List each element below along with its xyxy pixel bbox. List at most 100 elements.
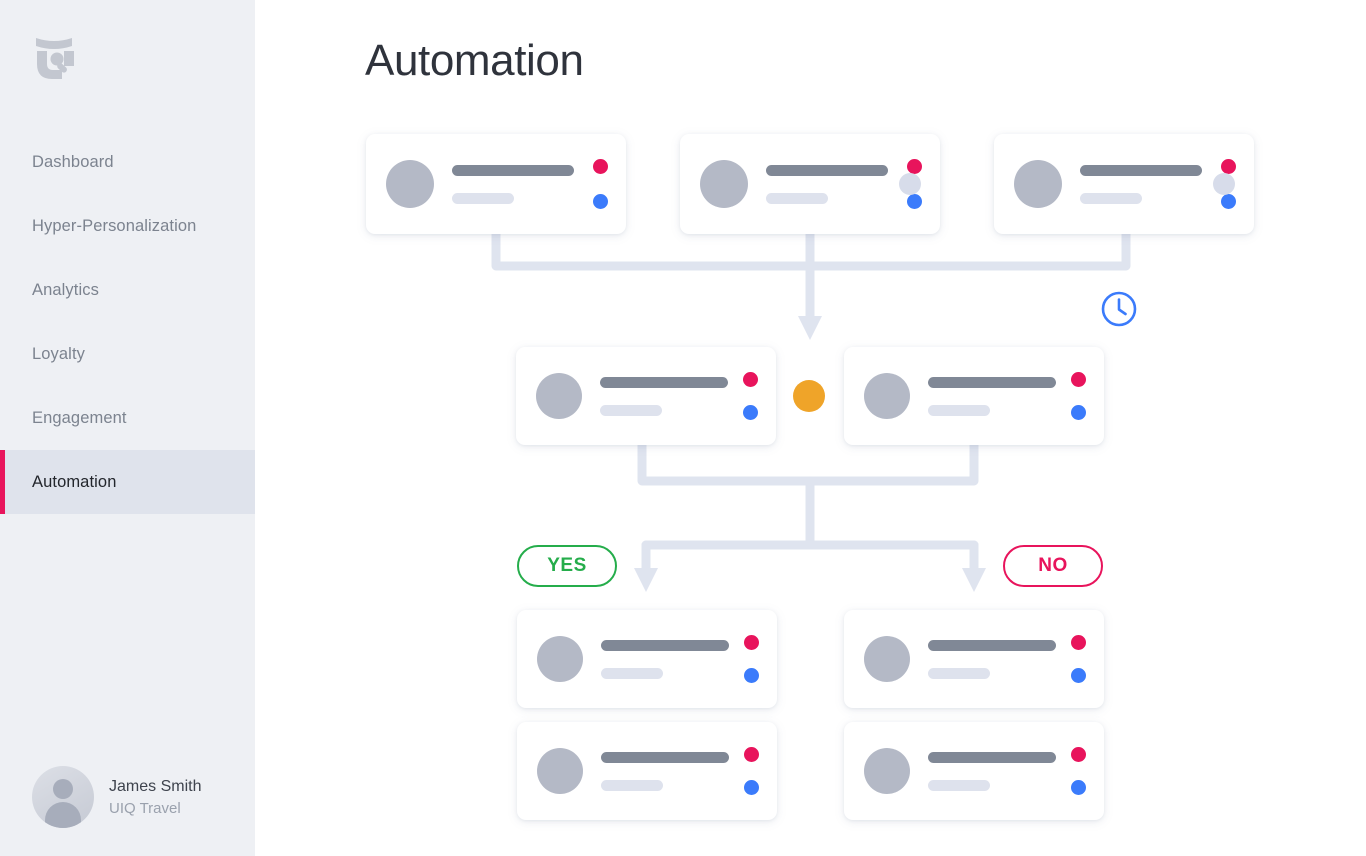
card-subtitle-placeholder <box>766 192 828 204</box>
flow-link-dot[interactable] <box>899 173 921 195</box>
user-avatar-icon <box>32 766 94 828</box>
card-avatar-icon <box>700 160 748 208</box>
card-content-lines <box>928 751 1061 791</box>
card-avatar-icon <box>537 636 583 682</box>
app-root: Dashboard Hyper-Personalization Analytic… <box>0 0 1366 856</box>
branch-badge-label: NO <box>1038 555 1068 576</box>
flow-card[interactable] <box>517 610 777 708</box>
status-dot-blue[interactable] <box>744 668 759 683</box>
sidebar-item-label: Automation <box>32 472 117 491</box>
sidebar-item-label: Hyper-Personalization <box>32 216 197 235</box>
status-dot-pink[interactable] <box>1221 159 1236 174</box>
card-subtitle-placeholder <box>452 192 514 204</box>
user-text: James Smith UIQ Travel <box>109 775 201 820</box>
card-avatar-icon <box>386 160 434 208</box>
status-dot-blue[interactable] <box>907 194 922 209</box>
flow-card[interactable] <box>844 722 1104 820</box>
sidebar-item-analytics[interactable]: Analytics <box>0 258 255 322</box>
card-avatar-icon <box>864 373 910 419</box>
card-title-placeholder <box>601 751 729 763</box>
status-dot-blue[interactable] <box>1071 668 1086 683</box>
flow-connectors <box>491 229 1131 592</box>
avatar-body <box>45 802 81 828</box>
sidebar-item-label: Dashboard <box>32 152 114 171</box>
card-title-placeholder <box>928 751 1056 763</box>
status-dot-pink[interactable] <box>1071 635 1086 650</box>
card-content-lines <box>1080 164 1211 204</box>
status-dot-pink[interactable] <box>1071 372 1086 387</box>
sidebar-item-automation[interactable]: Automation <box>0 450 255 514</box>
card-status-dots <box>1071 747 1086 795</box>
sidebar-item-dashboard[interactable]: Dashboard <box>0 130 255 194</box>
arrow-down-yes <box>634 568 658 592</box>
card-avatar-icon <box>1014 160 1062 208</box>
card-content-lines <box>928 639 1061 679</box>
card-content-lines <box>600 376 733 416</box>
flow-card[interactable] <box>366 134 626 234</box>
card-status-dots <box>593 159 608 209</box>
status-dot-blue[interactable] <box>1221 194 1236 209</box>
branch-badge-no[interactable]: NO <box>1003 545 1103 587</box>
card-avatar-icon <box>864 748 910 794</box>
flow-card[interactable] <box>517 722 777 820</box>
card-avatar-icon <box>537 748 583 794</box>
flow-card[interactable] <box>516 347 776 445</box>
card-title-placeholder <box>600 376 728 388</box>
card-title-placeholder <box>928 376 1056 388</box>
status-dot-blue[interactable] <box>1071 405 1086 420</box>
sidebar-item-loyalty[interactable]: Loyalty <box>0 322 255 386</box>
card-status-dots <box>1071 372 1086 420</box>
card-subtitle-placeholder <box>1080 192 1142 204</box>
sidebar-nav: Dashboard Hyper-Personalization Analytic… <box>0 130 255 514</box>
automation-flow-canvas: YES NO <box>255 0 1366 856</box>
card-title-placeholder <box>601 639 729 651</box>
uiq-logo-icon <box>32 34 76 80</box>
status-dot-pink[interactable] <box>744 635 759 650</box>
card-status-dots <box>744 747 759 795</box>
flow-card[interactable] <box>844 610 1104 708</box>
sidebar-item-label: Engagement <box>32 408 127 427</box>
arrow-down-to-row2 <box>798 316 822 340</box>
card-status-dots <box>744 635 759 683</box>
branch-badge-label: YES <box>547 555 587 576</box>
flow-link-dot[interactable] <box>1213 173 1235 195</box>
card-content-lines <box>601 751 734 791</box>
sidebar-item-label: Loyalty <box>32 344 85 363</box>
status-dot-blue[interactable] <box>744 780 759 795</box>
card-title-placeholder <box>452 164 574 176</box>
sidebar-item-hyper-personalization[interactable]: Hyper-Personalization <box>0 194 255 258</box>
arrow-down-no <box>962 568 986 592</box>
card-subtitle-placeholder <box>928 779 990 791</box>
card-title-placeholder <box>928 639 1056 651</box>
status-dot-blue[interactable] <box>593 194 608 209</box>
user-name: James Smith <box>109 777 202 795</box>
status-dot-pink[interactable] <box>743 372 758 387</box>
card-title-placeholder <box>766 164 888 176</box>
user-org: UIQ Travel <box>109 799 181 817</box>
card-content-lines <box>452 164 583 204</box>
card-subtitle-placeholder <box>928 404 990 416</box>
sidebar-item-engagement[interactable]: Engagement <box>0 386 255 450</box>
status-dot-blue[interactable] <box>1071 780 1086 795</box>
card-subtitle-placeholder <box>928 667 990 679</box>
avatar-head <box>53 779 73 799</box>
status-dot-blue[interactable] <box>743 405 758 420</box>
flow-card[interactable] <box>844 347 1104 445</box>
flow-link-dot-orange[interactable] <box>793 380 825 412</box>
card-subtitle-placeholder <box>601 779 663 791</box>
status-dot-pink[interactable] <box>907 159 922 174</box>
card-subtitle-placeholder <box>600 404 662 416</box>
card-content-lines <box>766 164 897 204</box>
card-status-dots <box>743 372 758 420</box>
main-content: Automation YES NO <box>255 0 1366 856</box>
status-dot-pink[interactable] <box>744 747 759 762</box>
card-content-lines <box>928 376 1061 416</box>
delay-clock-icon[interactable] <box>1100 290 1138 333</box>
status-dot-pink[interactable] <box>1071 747 1086 762</box>
sidebar-user-profile[interactable]: James Smith UIQ Travel <box>32 766 201 828</box>
card-content-lines <box>601 639 734 679</box>
card-subtitle-placeholder <box>601 667 663 679</box>
branch-badge-yes[interactable]: YES <box>517 545 617 587</box>
card-avatar-icon <box>536 373 582 419</box>
status-dot-pink[interactable] <box>593 159 608 174</box>
